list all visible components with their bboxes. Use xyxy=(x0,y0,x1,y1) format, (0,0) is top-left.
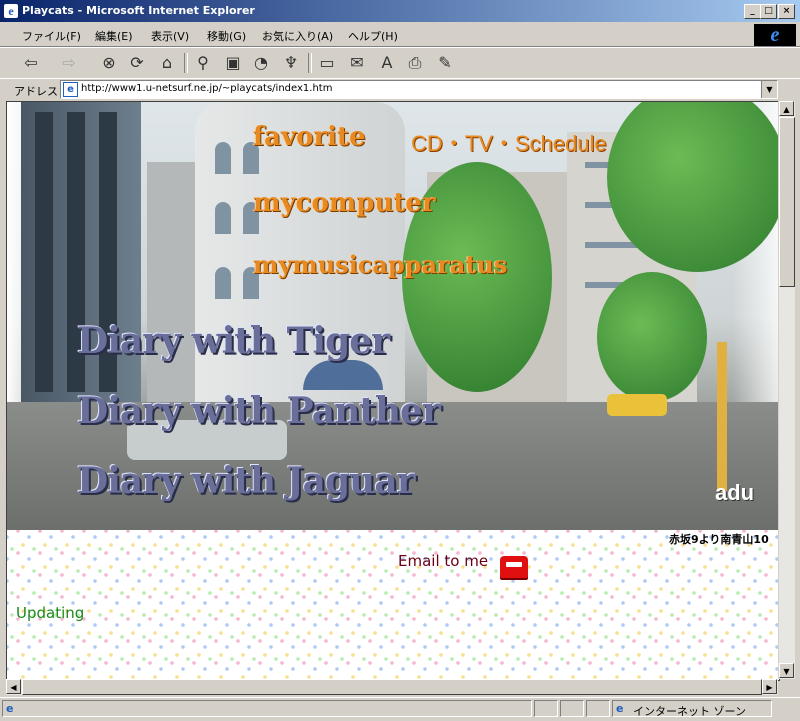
history-icon[interactable]: ◔ xyxy=(250,52,272,74)
ie-app-icon: e xyxy=(4,4,18,18)
taxi xyxy=(607,394,667,416)
toolbar: ⇦ ⇨ ⊗ ⟳ ⌂ ⚲ ▣ ◔ ♆ ▭ ✉ A ⎙ ✎ xyxy=(0,47,800,79)
status-panel xyxy=(586,700,610,717)
toolbar-separator xyxy=(308,53,312,73)
vertical-scroll-thumb[interactable] xyxy=(779,117,795,287)
pole xyxy=(717,342,727,492)
status-panel: e xyxy=(2,700,532,717)
horizontal-scrollbar[interactable]: ◀ ▶ xyxy=(6,679,778,695)
diary-panther-link[interactable]: Diary with Panther xyxy=(77,390,441,432)
address-label: アドレス xyxy=(14,85,58,98)
status-panel xyxy=(534,700,558,717)
page-icon: e xyxy=(63,82,78,97)
menu-favorites[interactable]: お気に入り(A) xyxy=(262,28,333,44)
nav-mycomputer-link[interactable]: mycomputer xyxy=(253,188,436,218)
building-window xyxy=(35,112,53,392)
edit-icon[interactable]: ✎ xyxy=(434,52,456,74)
minimize-button[interactable]: _ xyxy=(744,4,761,19)
menu-help[interactable]: ヘルプ(H) xyxy=(348,28,398,44)
street-photo: adu favorite CD・TV・Schedule mycomputer m… xyxy=(7,102,779,530)
scroll-right-button[interactable]: ▶ xyxy=(762,679,777,694)
chevron-down-icon[interactable]: ▼ xyxy=(761,81,777,98)
toolbar-separator xyxy=(184,53,188,73)
fullscreen-icon[interactable]: ▭ xyxy=(316,52,338,74)
menu-go[interactable]: 移動(G) xyxy=(207,28,246,44)
page-status-icon: e xyxy=(6,702,14,715)
address-bar: アドレス e http://www1.u-netsurf.ne.jp/~play… xyxy=(0,78,800,101)
zone-text: インターネット ゾーン xyxy=(633,705,746,718)
scroll-down-button[interactable]: ▼ xyxy=(779,663,794,678)
mailbox-icon[interactable] xyxy=(500,556,528,578)
diary-tiger-link[interactable]: Diary with Tiger xyxy=(77,320,390,362)
title-bar: e Playcats - Microsoft Internet Explorer… xyxy=(0,0,800,22)
ie-logo-icon: e xyxy=(754,24,796,46)
updating-text: Updating xyxy=(16,604,85,622)
window-title: Playcats - Microsoft Internet Explorer xyxy=(22,4,255,17)
menu-view[interactable]: 表示(V) xyxy=(151,28,189,44)
nav-mymusicapparatus-link[interactable]: mymusicapparatus xyxy=(253,250,507,279)
diary-jaguar-link[interactable]: Diary with Jaguar xyxy=(77,460,416,502)
vertical-scrollbar[interactable]: ▲ ▼ xyxy=(778,101,795,679)
refresh-icon[interactable]: ⟳ xyxy=(126,52,148,74)
building-window xyxy=(215,142,231,174)
nav-cd-tv-schedule-link[interactable]: CD・TV・Schedule xyxy=(411,126,607,158)
back-icon[interactable]: ⇦ xyxy=(20,52,42,74)
globe-icon: e xyxy=(616,702,624,715)
status-bar: e e インターネット ゾーン xyxy=(0,697,800,721)
maximize-button[interactable]: □ xyxy=(760,4,777,19)
search-icon[interactable]: ⚲ xyxy=(192,52,214,74)
horizontal-scroll-thumb[interactable] xyxy=(22,679,762,695)
building-window xyxy=(215,202,231,234)
email-link[interactable]: Email to me xyxy=(398,552,488,570)
menu-file[interactable]: ファイル(F) xyxy=(22,28,81,44)
photo-caption: 赤坂9より南青山10 xyxy=(669,533,769,546)
address-input[interactable]: e http://www1.u-netsurf.ne.jp/~playcats/… xyxy=(60,80,778,99)
nav-favorite-link[interactable]: favorite xyxy=(253,122,366,152)
forward-icon[interactable]: ⇨ xyxy=(58,52,80,74)
scroll-left-button[interactable]: ◀ xyxy=(6,679,21,694)
status-panel xyxy=(560,700,584,717)
close-button[interactable]: × xyxy=(778,4,795,19)
channels-icon[interactable]: ♆ xyxy=(280,52,302,74)
menu-edit[interactable]: 編集(E) xyxy=(95,28,133,44)
tree xyxy=(597,272,707,402)
security-zone-panel: e インターネット ゾーン xyxy=(612,700,772,718)
print-icon[interactable]: ⎙ xyxy=(404,52,426,74)
photo-badge: adu xyxy=(715,480,755,505)
favorites-icon[interactable]: ▣ xyxy=(222,52,244,74)
scroll-up-button[interactable]: ▲ xyxy=(779,101,794,116)
address-url[interactable]: http://www1.u-netsurf.ne.jp/~playcats/in… xyxy=(81,83,332,94)
mail-icon[interactable]: ✉ xyxy=(346,52,368,74)
page-viewport: adu favorite CD・TV・Schedule mycomputer m… xyxy=(6,101,780,681)
home-icon[interactable]: ⌂ xyxy=(156,52,178,74)
stop-icon[interactable]: ⊗ xyxy=(98,52,120,74)
menu-bar: ファイル(F) 編集(E) 表示(V) 移動(G) お気に入り(A) ヘルプ(H… xyxy=(0,22,800,47)
font-icon[interactable]: A xyxy=(376,52,398,74)
building-window xyxy=(215,267,231,299)
